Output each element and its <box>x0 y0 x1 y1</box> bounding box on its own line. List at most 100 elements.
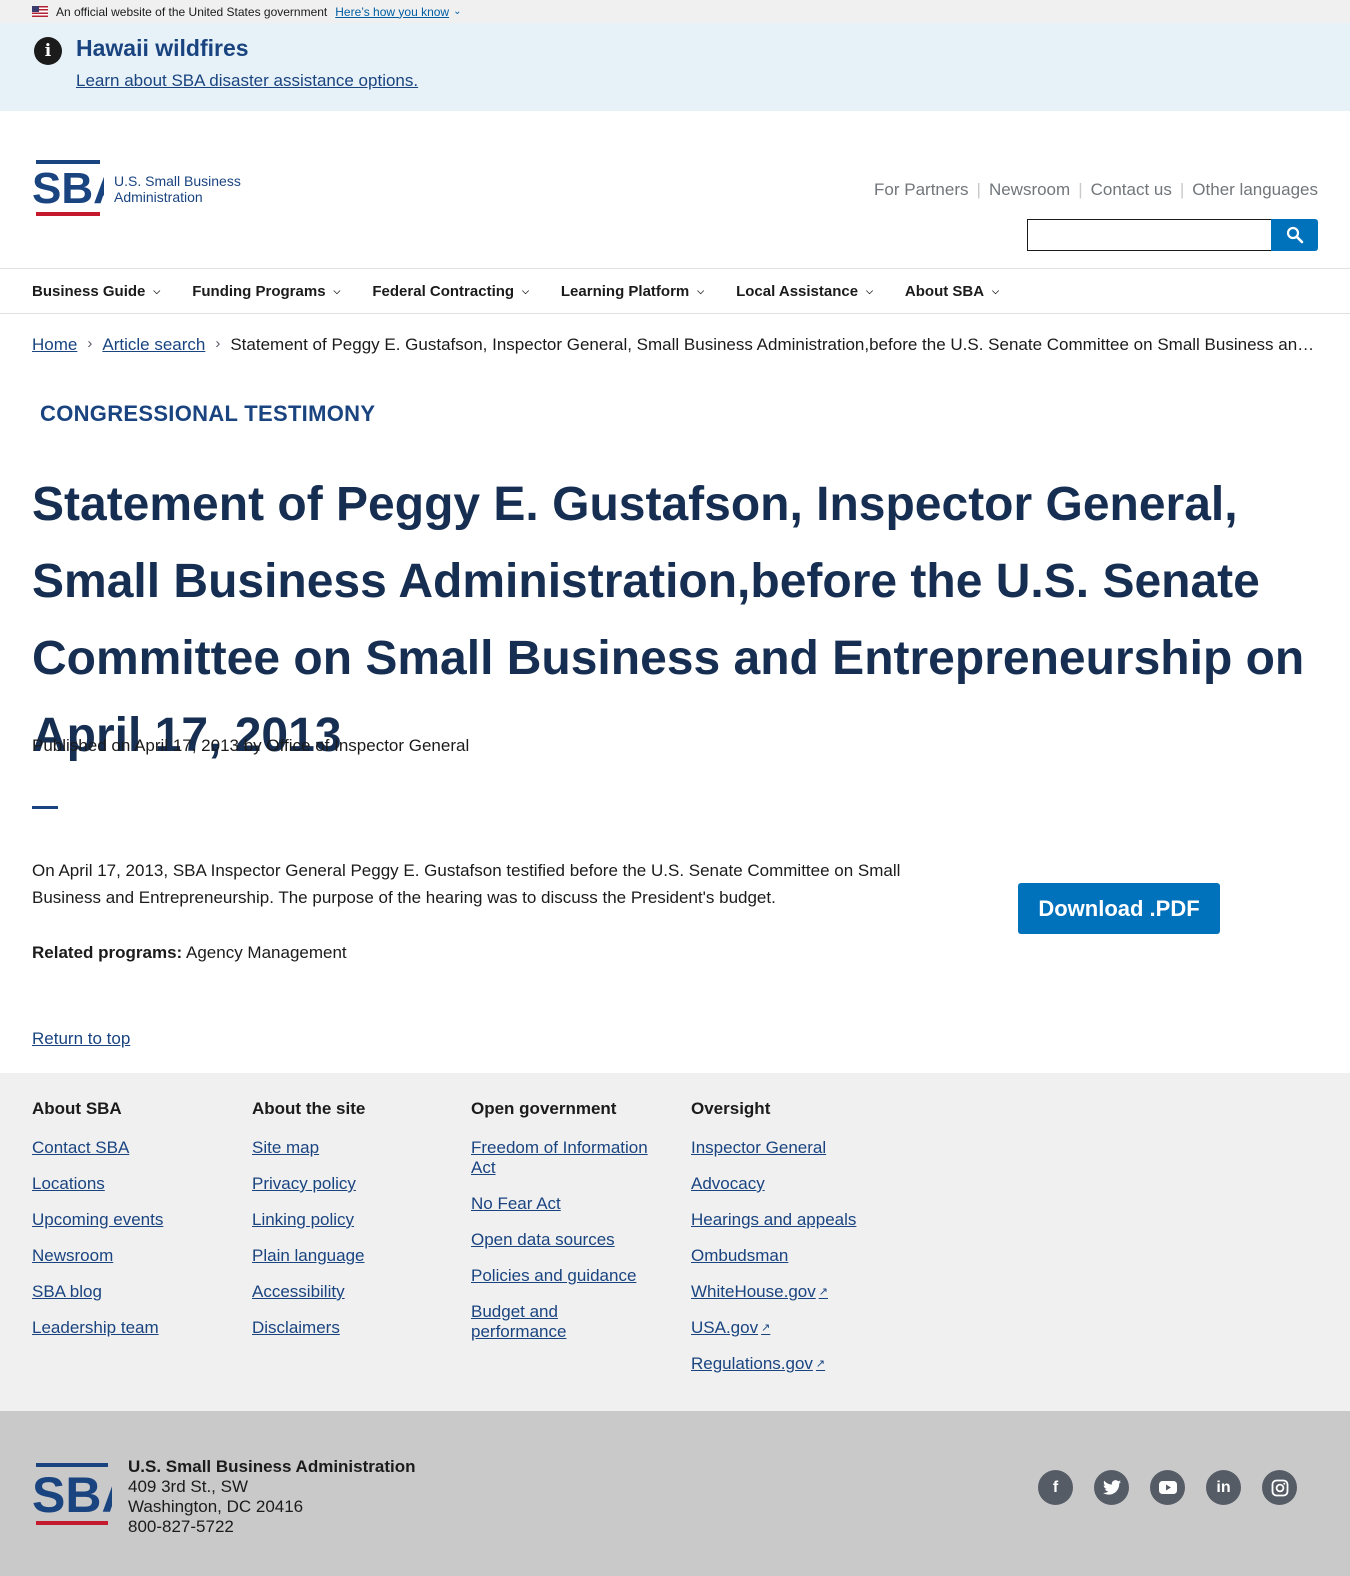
divider <box>32 806 58 809</box>
instagram-camera-shape <box>1271 1479 1288 1496</box>
facebook-icon[interactable]: f <box>1038 1470 1073 1505</box>
footer-link-contact-sba[interactable]: Contact SBA <box>32 1138 232 1158</box>
footer-column-about-sba: About SBA Contact SBA Locations Upcoming… <box>32 1099 232 1354</box>
footer-heading: Open government <box>471 1099 617 1118</box>
footer-link-site-map[interactable]: Site map <box>252 1138 452 1158</box>
footer-link-whitehouse[interactable]: WhiteHouse.gov ↗ <box>691 1282 891 1302</box>
newsroom-link[interactable]: Newsroom <box>989 180 1070 200</box>
breadcrumb-current: Statement of Peggy E. Gustafson, Inspect… <box>230 335 1318 354</box>
nav-label: Federal Contracting <box>372 282 515 300</box>
footer-link-budget-performance[interactable]: Budget and performance <box>471 1302 581 1342</box>
twitter-bird-shape <box>1102 1480 1121 1495</box>
search-form <box>1027 219 1318 251</box>
linkedin-icon[interactable]: in <box>1206 1470 1241 1505</box>
footer-link-ombudsman[interactable]: Ombudsman <box>691 1246 891 1266</box>
footer-link-upcoming-events[interactable]: Upcoming events <box>32 1210 232 1230</box>
return-to-top-link[interactable]: Return to top <box>32 1029 130 1049</box>
footer-bottom: SBA U.S. Small Business Administration 4… <box>0 1411 1350 1576</box>
chevron-down-icon[interactable]: ⌄ <box>453 6 461 17</box>
footer-link-privacy-policy[interactable]: Privacy policy <box>252 1174 452 1194</box>
footer-link-plain-language[interactable]: Plain language <box>252 1246 452 1266</box>
nav-local-assistance[interactable]: Local Assistance ⌵ <box>736 283 873 300</box>
external-link-icon: ↗ <box>815 1358 826 1370</box>
footer-link-newsroom[interactable]: Newsroom <box>32 1246 232 1266</box>
footer-phone: 800-827-5722 <box>128 1517 234 1536</box>
nav-label: About SBA <box>904 282 985 300</box>
divider: | <box>976 180 981 199</box>
related-programs-value: Agency Management <box>186 943 347 962</box>
article-summary: On April 17, 2013, SBA Inspector General… <box>32 861 901 907</box>
footer-address: U.S. Small Business Administration 409 3… <box>128 1457 416 1537</box>
info-icon: i <box>34 37 62 65</box>
chevron-down-icon: ⌵ <box>697 285 705 296</box>
footer-link-usa-gov[interactable]: USA.gov ↗ <box>691 1318 891 1338</box>
link-label: Regulations.gov <box>691 1354 813 1373</box>
footer-link-disclaimers[interactable]: Disclaimers <box>252 1318 452 1338</box>
footer-link-sba-blog[interactable]: SBA blog <box>32 1282 232 1302</box>
footer-link-locations[interactable]: Locations <box>32 1174 232 1194</box>
footer-link-regulations[interactable]: Regulations.gov ↗ <box>691 1354 891 1374</box>
download-pdf-button[interactable]: Download .PDF <box>1018 883 1220 934</box>
nav-funding-programs[interactable]: Funding Programs ⌵ <box>192 283 340 300</box>
nav-learning-platform[interactable]: Learning Platform ⌵ <box>561 283 704 300</box>
svg-text:SBA: SBA <box>32 1467 112 1523</box>
chevron-right-icon: › <box>215 335 221 352</box>
alert-banner: i Hawaii wildfires Learn about SBA disas… <box>0 23 1350 111</box>
related-programs-label: Related programs: <box>32 943 183 962</box>
footer-link-inspector-general[interactable]: Inspector General <box>691 1138 891 1158</box>
nav-label: Business Guide <box>32 282 146 300</box>
chevron-down-icon: ⌵ <box>153 285 161 296</box>
footer-link-advocacy[interactable]: Advocacy <box>691 1174 891 1194</box>
nav-federal-contracting[interactable]: Federal Contracting ⌵ <box>372 283 529 300</box>
chevron-down-icon: ⌵ <box>866 285 873 296</box>
breadcrumb-home[interactable]: Home <box>32 335 77 355</box>
related-programs: Related programs: Agency Management <box>32 943 347 963</box>
chevron-down-icon: ⌵ <box>522 285 529 296</box>
nav-label: Funding Programs <box>192 282 326 300</box>
footer-link-policies-guidance[interactable]: Policies and guidance <box>471 1266 666 1286</box>
footer-column-open-government: Open government Freedom of Information A… <box>471 1099 666 1358</box>
footer-column-oversight: Oversight Inspector General Advocacy Hea… <box>691 1099 891 1390</box>
chevron-right-icon: › <box>87 335 93 352</box>
instagram-icon[interactable] <box>1262 1470 1297 1505</box>
for-partners-link[interactable]: For Partners <box>874 180 968 200</box>
footer-link-linking-policy[interactable]: Linking policy <box>252 1210 452 1230</box>
sba-logo[interactable]: SBA U.S. Small Business Administration <box>32 160 241 217</box>
main-nav: Business Guide ⌵ Funding Programs ⌵ Federa… <box>0 269 1350 314</box>
other-languages-link[interactable]: Other languages <box>1192 180 1318 200</box>
footer-heading: About SBA <box>32 1099 122 1118</box>
org-name-line1: U.S. Small Business <box>114 172 241 189</box>
footer-column-about-site: About the site Site map Privacy policy L… <box>252 1099 452 1354</box>
search-input[interactable] <box>1027 219 1271 251</box>
footer-link-leadership-team[interactable]: Leadership team <box>32 1318 232 1338</box>
nav-about-sba[interactable]: About SBA ⌵ <box>905 283 999 300</box>
footer-link-accessibility[interactable]: Accessibility <box>252 1282 452 1302</box>
sba-logo-icon: SBA <box>32 1463 112 1525</box>
breadcrumb-article-search[interactable]: Article search <box>102 335 205 355</box>
footer-link-foia[interactable]: Freedom of Information Act <box>471 1138 666 1178</box>
nav-label: Learning Platform <box>560 282 690 300</box>
twitter-icon[interactable] <box>1094 1470 1129 1505</box>
footer-nav: About SBA Contact SBA Locations Upcoming… <box>0 1073 1350 1411</box>
alert-link[interactable]: Learn about SBA disaster assistance opti… <box>76 71 418 91</box>
youtube-icon[interactable] <box>1150 1470 1185 1505</box>
external-link-icon: ↗ <box>818 1286 828 1298</box>
link-label: WhiteHouse.gov <box>691 1282 816 1301</box>
search-button[interactable] <box>1271 219 1318 251</box>
footer-link-hearings-appeals[interactable]: Hearings and appeals <box>691 1210 891 1230</box>
footer-link-no-fear-act[interactable]: No Fear Act <box>471 1194 666 1214</box>
search-icon <box>1286 226 1303 244</box>
nav-business-guide[interactable]: Business Guide ⌵ <box>32 283 160 300</box>
alert-title: Hawaii wildfires <box>76 35 249 61</box>
org-name: U.S. Small Business Administration <box>114 173 241 205</box>
divider: | <box>1179 180 1185 199</box>
contact-us-link[interactable]: Contact us <box>1091 180 1172 200</box>
footer-city: Washington, DC 20416 <box>128 1497 304 1516</box>
how-you-know-link[interactable]: Here’s how you know <box>335 5 449 19</box>
footer-link-open-data[interactable]: Open data sources <box>471 1230 666 1250</box>
svg-text:SBA: SBA <box>32 164 104 213</box>
chevron-down-icon: ⌵ <box>333 285 341 296</box>
footer-street: 409 3rd St., SW <box>128 1477 248 1496</box>
divider: | <box>1078 180 1083 199</box>
chevron-down-icon: ⌵ <box>992 285 999 296</box>
